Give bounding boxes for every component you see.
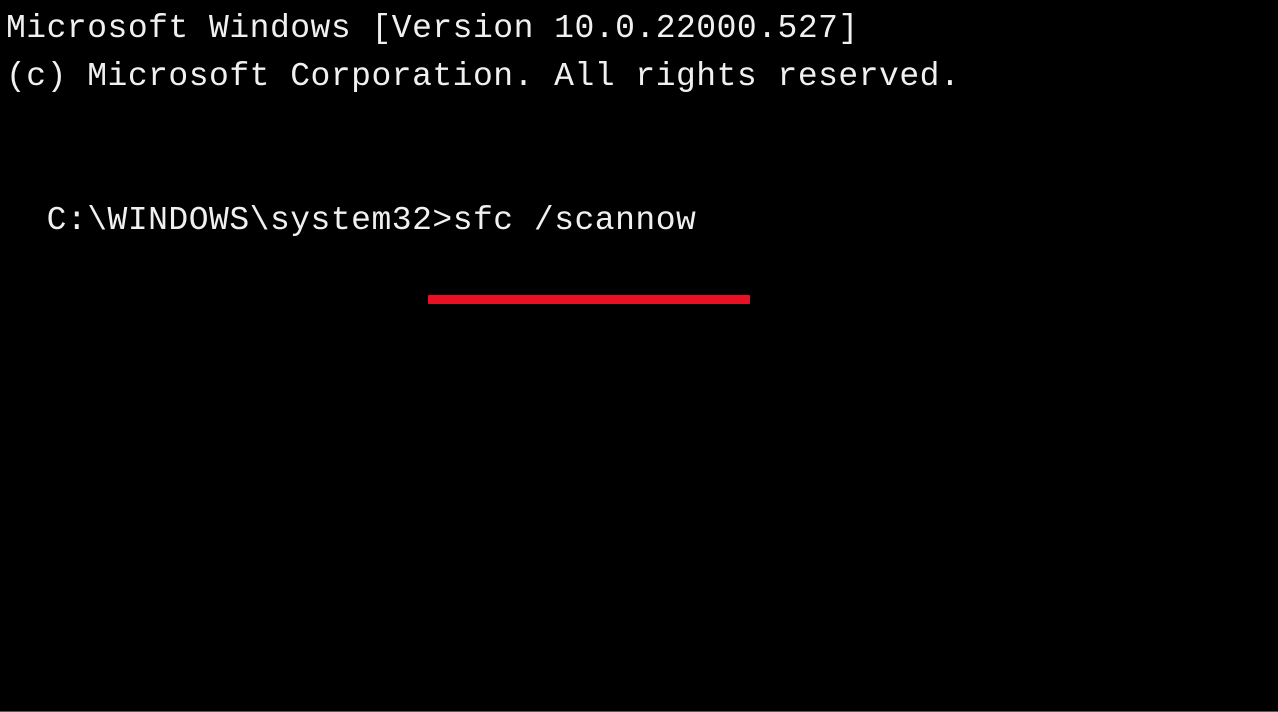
version-line: Microsoft Windows [Version 10.0.22000.52… <box>6 5 1272 53</box>
command-input[interactable]: sfc /scannow <box>453 202 697 239</box>
blank-line <box>6 101 1272 149</box>
red-underline-annotation <box>428 295 750 304</box>
command-prompt-line[interactable]: C:\WINDOWS\system32>sfc /scannow <box>6 149 1272 293</box>
copyright-line: (c) Microsoft Corporation. All rights re… <box>6 53 1272 101</box>
prompt-path: C:\WINDOWS\system32> <box>47 202 453 239</box>
